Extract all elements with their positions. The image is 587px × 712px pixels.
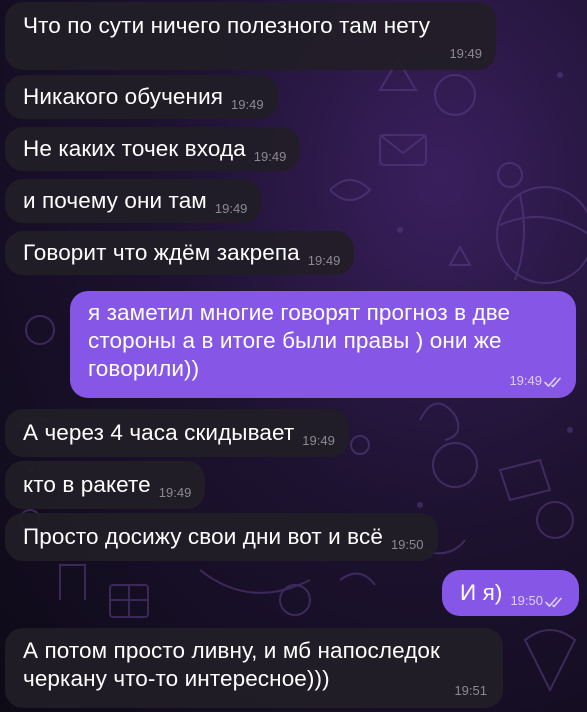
message-bubble-incoming[interactable]: Просто досижу свои дни вот и всё 19:50 xyxy=(5,513,438,561)
message-bubble-incoming[interactable]: Что по сути ничего полезного там нету 19… xyxy=(5,2,496,70)
message-bubble-outgoing[interactable]: я заметил многие говорят прогноз в две с… xyxy=(70,291,576,398)
double-check-icon xyxy=(544,376,564,391)
message-time: 19:49 xyxy=(509,373,564,391)
message-text: А через 4 часа скидывает xyxy=(23,420,295,445)
message-text: кто в ракете xyxy=(23,472,151,497)
double-check-icon xyxy=(545,596,565,611)
message-time: 19:49 xyxy=(302,433,335,448)
message-time: 19:50 xyxy=(390,537,424,552)
message-bubble-incoming[interactable]: Говорит что ждём закрепа 19:49 xyxy=(5,231,355,275)
message-text: и почему они там xyxy=(23,188,207,213)
message-text: я заметил многие говорят прогноз в две с… xyxy=(88,300,511,381)
message-text: Никакого обучения xyxy=(23,84,224,109)
message-time: 19:49 xyxy=(231,97,264,112)
message-time-text: 19:50 xyxy=(510,593,543,608)
message-text: И я) xyxy=(459,580,503,605)
message-time: 19:49 xyxy=(214,201,248,216)
message-bubble-incoming[interactable]: и почему они там 19:49 xyxy=(5,179,262,223)
message-time-text: 19:49 xyxy=(509,373,542,388)
message-time: 19:49 xyxy=(253,149,287,164)
message-text: Что по сути ничего полезного там нету xyxy=(23,13,431,38)
message-time: 19:50 xyxy=(510,593,565,608)
message-bubble-incoming[interactable]: Никакого обучения 19:49 xyxy=(5,75,278,119)
message-text: Говорит что ждём закрепа xyxy=(23,240,300,265)
message-list[interactable]: Что по сути ничего полезного там нету 19… xyxy=(0,0,587,712)
message-time: 19:49 xyxy=(449,46,482,61)
message-text: Не каких точек входа xyxy=(23,136,246,161)
message-bubble-outgoing[interactable]: И я) 19:50 xyxy=(441,570,579,616)
message-bubble-incoming[interactable]: А через 4 часа скидывает 19:49 xyxy=(5,409,349,457)
message-time: 19:51 xyxy=(454,683,487,698)
message-time: 19:49 xyxy=(158,485,192,500)
message-bubble-incoming[interactable]: А потом просто ливну, и мб напоследок че… xyxy=(5,628,503,708)
message-text: Просто досижу свои дни вот и всё xyxy=(23,524,383,549)
message-time: 19:49 xyxy=(307,253,341,268)
message-bubble-incoming[interactable]: Не каких точек входа 19:49 xyxy=(5,127,301,171)
message-text: А потом просто ливну, и мб напоследок че… xyxy=(23,638,440,691)
message-bubble-incoming[interactable]: кто в ракете 19:49 xyxy=(5,461,206,509)
